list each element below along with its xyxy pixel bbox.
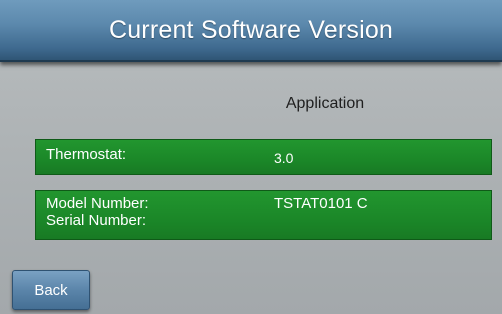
back-button[interactable]: Back	[12, 270, 90, 310]
thermostat-version-value: 3.0	[274, 150, 294, 166]
model-serial-panel: Model Number: TSTAT0101 C Serial Number:	[35, 190, 492, 240]
back-button-label: Back	[34, 281, 68, 299]
title-bar: Current Software Version	[0, 0, 502, 62]
model-number-value: TSTAT0101 C	[274, 195, 368, 212]
software-version-screen: Current Software Version Application The…	[0, 0, 502, 314]
application-column-heading: Application	[285, 95, 365, 112]
page-title: Current Software Version	[108, 15, 394, 44]
thermostat-version-panel: Thermostat: 3.0	[35, 139, 492, 175]
model-number-label: Model Number:	[46, 195, 149, 212]
serial-number-label: Serial Number:	[46, 212, 147, 229]
thermostat-label: Thermostat:	[46, 146, 127, 163]
